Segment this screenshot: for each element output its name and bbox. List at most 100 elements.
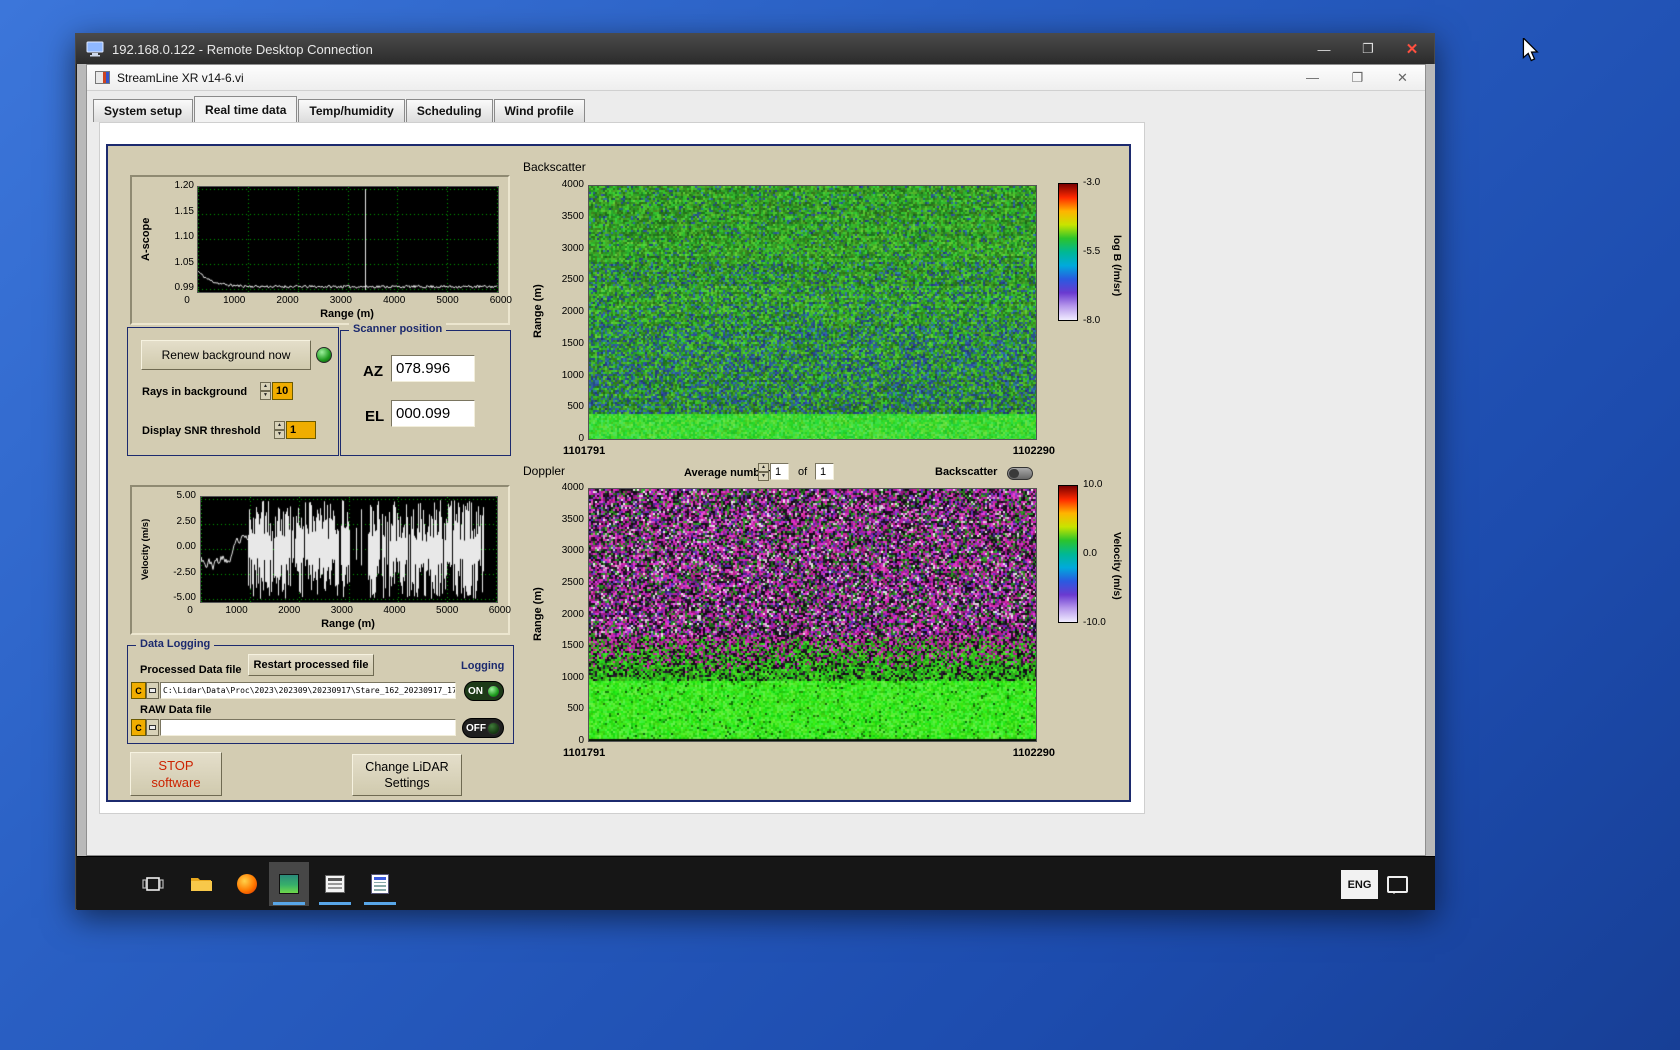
doppler-ytick: 4000 xyxy=(562,482,584,493)
raw-data-file-label: RAW Data file xyxy=(140,704,212,716)
doppler-ytick: 2000 xyxy=(562,609,584,620)
processed-path-browse-button[interactable] xyxy=(146,682,159,699)
backscatter-heatmap xyxy=(589,186,1036,439)
backscatter-cb-tick: -5.5 xyxy=(1083,246,1100,257)
velocity-xtick: 1000 xyxy=(225,605,247,616)
el-label: EL xyxy=(365,408,384,425)
app-minimize-button[interactable]: — xyxy=(1290,65,1335,90)
tab-strip: System setup Real time data Temp/humidit… xyxy=(93,95,586,122)
task-view-icon xyxy=(142,874,164,894)
renew-background-button[interactable]: Renew background now xyxy=(141,340,311,370)
ascope-xtick: 1000 xyxy=(223,295,245,306)
rdp-restore-button[interactable]: ❐ xyxy=(1346,34,1390,64)
rdp-titlebar[interactable]: 192.168.0.122 - Remote Desktop Connectio… xyxy=(76,34,1434,64)
app-close-button[interactable]: ✕ xyxy=(1380,65,1425,90)
processed-logging-toggle-on[interactable]: ON xyxy=(464,681,504,701)
doppler-cb-tick: 10.0 xyxy=(1083,479,1106,490)
ascope-ytick: 1.10 xyxy=(175,231,194,242)
app-restore-button[interactable]: ❐ xyxy=(1335,65,1380,90)
ascope-ytick: 1.05 xyxy=(175,257,194,268)
snr-spinner[interactable]: ▲▼ xyxy=(274,421,285,439)
scan-scheduler-icon xyxy=(325,875,345,893)
ascope-xticks: 0100020003000400050006000 xyxy=(182,295,512,306)
backscatter-ytick: 2500 xyxy=(562,274,584,285)
processed-path-drive-box[interactable]: C xyxy=(131,682,146,699)
ascope-graph: A-scope 1.201.151.101.050.99 01000200030… xyxy=(130,175,510,325)
doppler-ytick: 3000 xyxy=(562,545,584,556)
data-logging-title: Data Logging xyxy=(136,638,214,650)
task-view-button[interactable] xyxy=(133,862,173,906)
scan-scheduler-button[interactable] xyxy=(315,862,355,906)
snr-value-field[interactable]: 1 xyxy=(286,421,316,439)
backscatter-ytick: 1500 xyxy=(562,338,584,349)
backscatter-ytick: 3000 xyxy=(562,243,584,254)
velocity-xtick: 5000 xyxy=(436,605,458,616)
scanner-position-title: Scanner position xyxy=(349,323,446,335)
velocity-ytick: 5.00 xyxy=(177,490,196,501)
restart-processed-file-button[interactable]: Restart processed file xyxy=(248,654,374,676)
notification-icon[interactable] xyxy=(1387,876,1408,893)
raw-path-drive-box[interactable]: C xyxy=(131,719,146,736)
notes-app-running-indicator xyxy=(364,902,396,905)
doppler-ytick: 1500 xyxy=(562,640,584,651)
of-label: of xyxy=(798,466,807,478)
backscatter-toggle-label: Backscatter xyxy=(935,466,997,478)
raw-path-field[interactable] xyxy=(160,719,456,736)
tab-wind-profile[interactable]: Wind profile xyxy=(494,99,585,122)
az-value-field[interactable]: 078.996 xyxy=(391,355,475,382)
velocity-graph: Velocity (m/s) 5.002.500.00-2.50-5.00 01… xyxy=(130,485,510,635)
rdp-close-button[interactable]: ✕ xyxy=(1390,34,1434,64)
raw-logging-toggle-off[interactable]: OFF xyxy=(462,718,504,738)
doppler-ylabel: Range (m) xyxy=(532,549,544,679)
processed-data-file-label: Processed Data file xyxy=(140,664,242,676)
real-time-data-panel: A-scope 1.201.151.101.050.99 01000200030… xyxy=(106,144,1131,802)
velocity-ytick: 0.00 xyxy=(177,541,196,552)
average-of-field[interactable]: 1 xyxy=(815,463,834,480)
off-label: OFF xyxy=(466,723,486,734)
tab-scheduling[interactable]: Scheduling xyxy=(406,99,493,122)
velocity-xlabel: Range (m) xyxy=(200,618,496,630)
backscatter-ytick: 4000 xyxy=(562,179,584,190)
ascope-xtick: 5000 xyxy=(436,295,458,306)
processed-path-field[interactable]: C:\Lidar\Data\Proc\2023\202309\20230917\… xyxy=(160,682,456,699)
stop-software-button[interactable]: STOP software xyxy=(130,752,222,796)
rays-spinner[interactable]: ▲▼ xyxy=(260,382,271,400)
notes-app-button[interactable] xyxy=(360,862,400,906)
ascope-xtick: 0 xyxy=(182,295,192,306)
off-led xyxy=(487,722,500,735)
backscatter-toggle-switch[interactable] xyxy=(1007,467,1033,480)
streamline-taskbar-button[interactable] xyxy=(269,862,309,906)
average-number-spinner[interactable]: ▲▼ xyxy=(758,463,769,480)
el-value-field[interactable]: 000.099 xyxy=(391,400,475,427)
desktop: 192.168.0.122 - Remote Desktop Connectio… xyxy=(0,0,1680,1050)
average-number-field[interactable]: 1 xyxy=(770,463,789,480)
ascope-xtick: 2000 xyxy=(276,295,298,306)
tab-real-time-data[interactable]: Real time data xyxy=(194,96,297,122)
raw-path-browse-button[interactable] xyxy=(146,719,159,736)
doppler-colorbar-label: Velocity (m/s) xyxy=(1111,501,1123,631)
ascope-ylabel: A-scope xyxy=(140,195,152,283)
backscatter-ytick: 1000 xyxy=(562,370,584,381)
stop-button-line1: STOP xyxy=(158,757,193,774)
vi-front-panel: A-scope 1.201.151.101.050.99 01000200030… xyxy=(99,122,1145,814)
velocity-ytick: 2.50 xyxy=(177,516,196,527)
tab-temp-humidity[interactable]: Temp/humidity xyxy=(298,99,404,122)
backscatter-cb-tick: -8.0 xyxy=(1083,315,1100,326)
tab-system-setup[interactable]: System setup xyxy=(93,99,193,122)
snr-threshold-label: Display SNR threshold xyxy=(142,425,261,437)
change-lidar-settings-button[interactable]: Change LiDAR Settings xyxy=(352,754,462,796)
ascope-xlabel: Range (m) xyxy=(197,308,497,320)
rays-value-field[interactable]: 10 xyxy=(272,382,293,400)
ascope-plot-frame xyxy=(197,186,499,293)
firefox-button[interactable] xyxy=(227,862,267,906)
backscatter-ytick: 2000 xyxy=(562,306,584,317)
language-indicator[interactable]: ENG xyxy=(1341,870,1378,899)
doppler-colorbar xyxy=(1058,485,1078,623)
notes-app-icon xyxy=(371,874,389,894)
velocity-plot-frame xyxy=(200,496,498,603)
rdp-minimize-button[interactable]: — xyxy=(1302,34,1346,64)
file-explorer-button[interactable] xyxy=(181,862,221,906)
on-label: ON xyxy=(468,686,483,697)
renew-background-led xyxy=(316,347,332,363)
app-titlebar[interactable]: StreamLine XR v14-6.vi — ❐ ✕ xyxy=(87,65,1425,91)
